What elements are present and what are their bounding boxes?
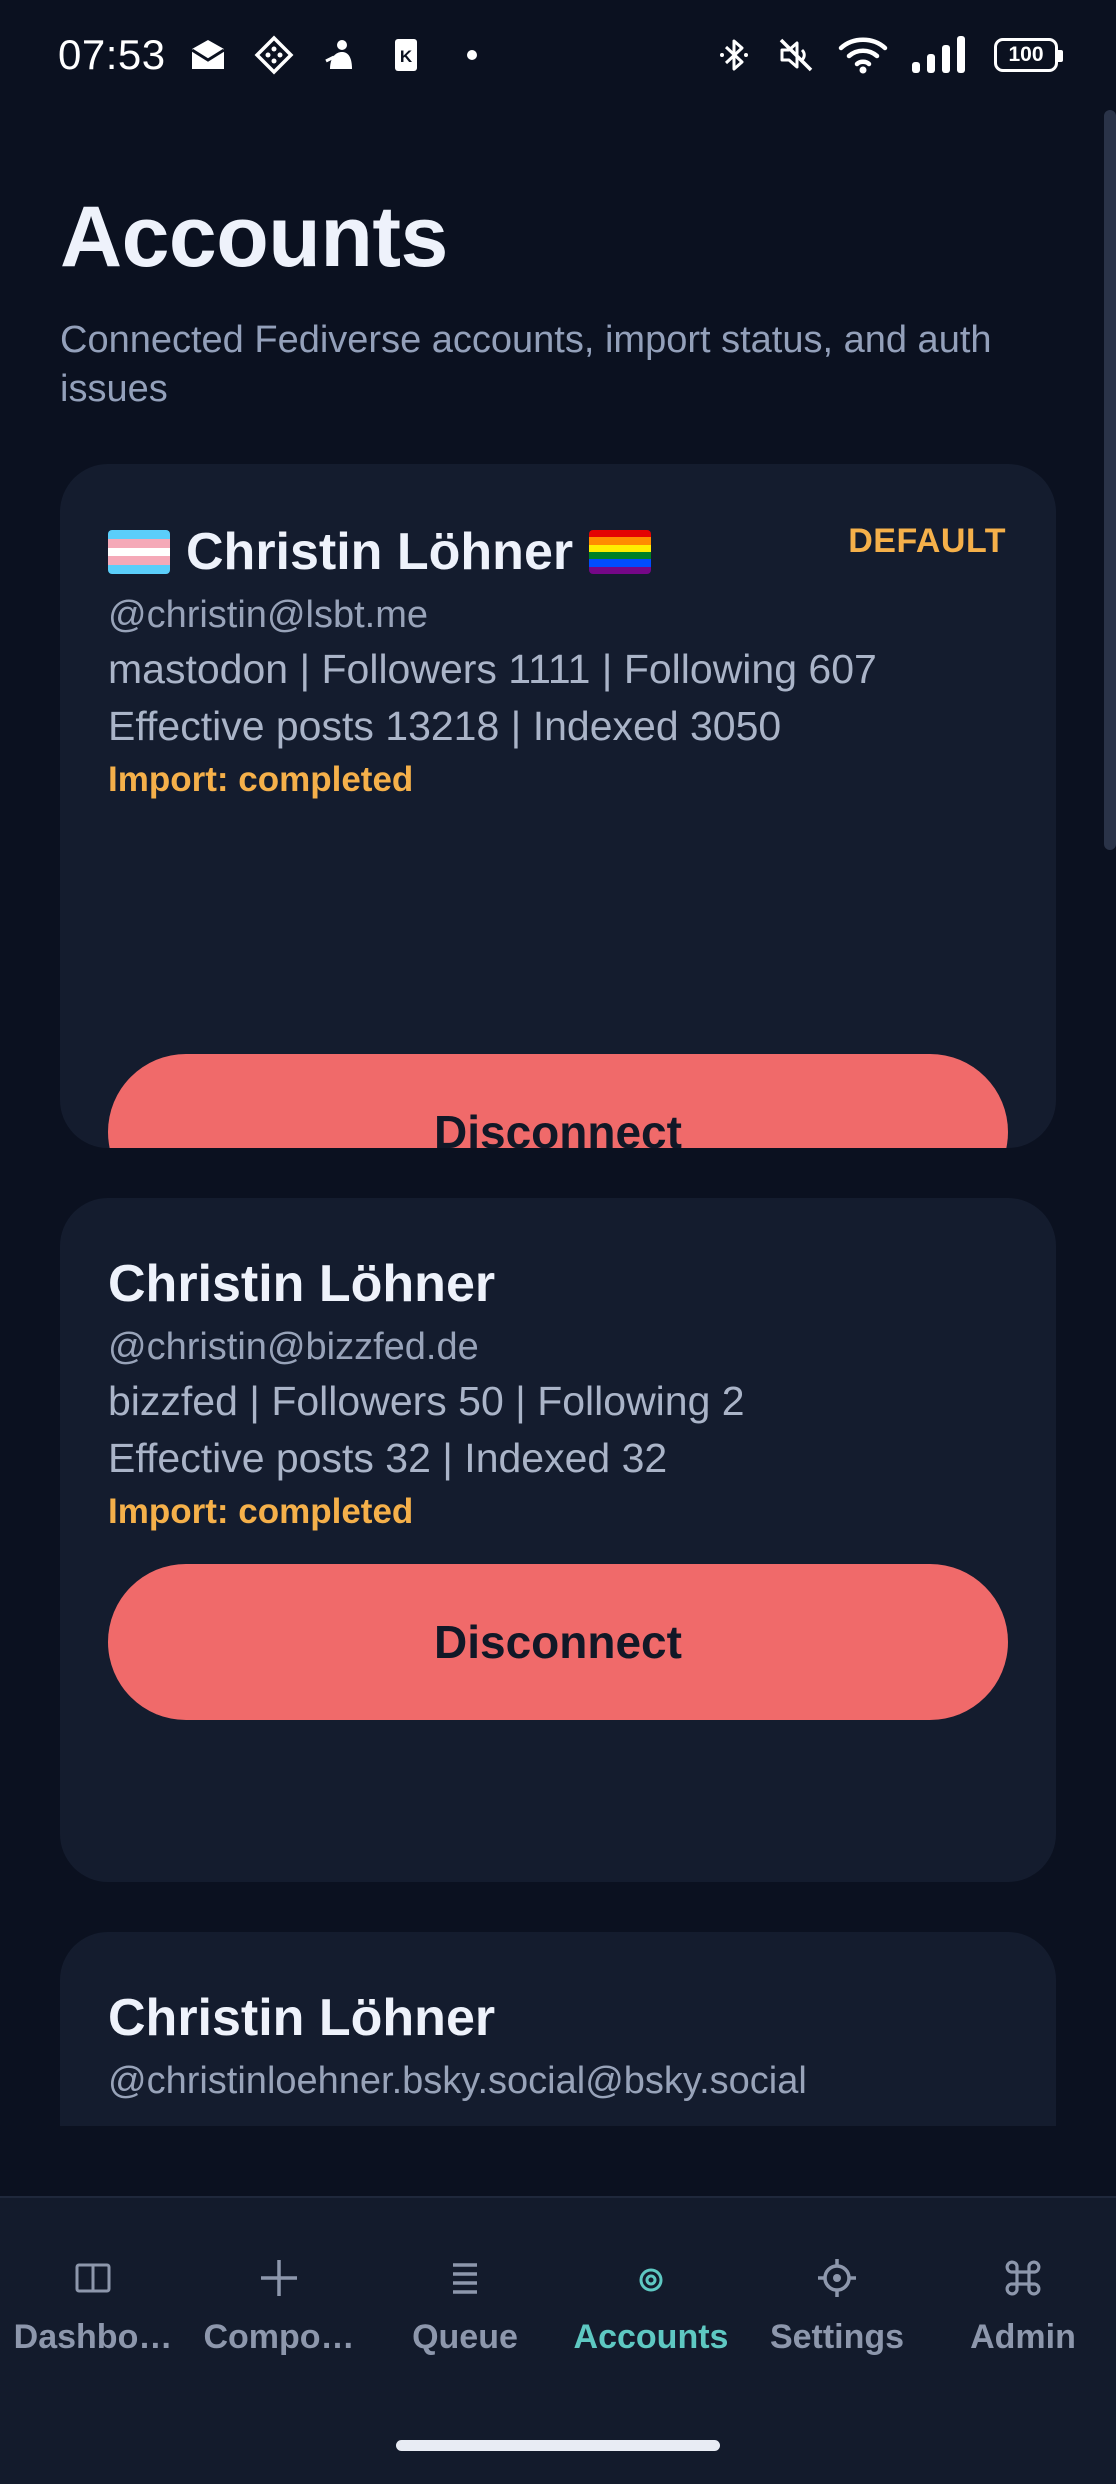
system-icons: 100: [714, 35, 1063, 75]
disconnect-button[interactable]: Disconnect: [108, 1564, 1008, 1720]
wifi-icon: [838, 35, 888, 75]
account-handle: @christin@lsbt.me: [108, 594, 428, 636]
battery-icon: 100: [994, 38, 1063, 72]
dot-icon: [452, 35, 492, 75]
mail-icon: [188, 35, 228, 75]
default-badge: DEFAULT: [848, 522, 1006, 560]
account-card: Christin Löhner DEFAULT @christin@lsbt.m…: [60, 464, 1056, 1148]
trans-flag-icon: [108, 530, 170, 574]
import-status: Import: completed: [108, 760, 414, 799]
command-icon: [997, 2252, 1049, 2304]
svg-text:K: K: [399, 47, 412, 66]
mute-icon: [776, 35, 816, 75]
account-handle: @christin@bizzfed.de: [108, 1326, 479, 1368]
dashboard-icon: [67, 2252, 119, 2304]
nav-queue[interactable]: Queue: [372, 2198, 558, 2398]
accounts-screen: 07:53 K 100 Accounts Connected Fediverse…: [0, 0, 1116, 2484]
status-time: 07:53: [58, 31, 166, 78]
disconnect-button[interactable]: Disconnect: [108, 1054, 1008, 1148]
gear-icon: [811, 2252, 863, 2304]
account-name: Christin Löhner: [186, 523, 574, 581]
plus-icon: [253, 2252, 305, 2304]
nav-label: Admin: [970, 2318, 1076, 2356]
nav-label: Settings: [769, 2318, 905, 2356]
account-posts: Effective posts 32 | Indexed 32: [108, 1435, 668, 1481]
bluetooth-icon: [714, 35, 754, 75]
page-title: Accounts: [60, 189, 448, 285]
diamond-grid-icon: [254, 35, 294, 75]
nav-accounts[interactable]: Accounts: [558, 2198, 744, 2398]
page-subtitle: Connected Fediverse accounts, import sta…: [60, 319, 992, 410]
nav-label: Dashbo…: [13, 2318, 173, 2356]
home-indicator[interactable]: [396, 2440, 720, 2451]
account-handle: @christinloehner.bsky.social@bsky.social: [108, 2060, 807, 2102]
account-name: Christin Löhner: [108, 1255, 496, 1313]
nav-settings[interactable]: Settings: [744, 2198, 930, 2398]
status-bar: 07:53 K 100: [0, 0, 1116, 110]
signal-icon: [910, 35, 972, 75]
account-card: Christin Löhner @christinloehner.bsky.so…: [60, 1932, 1056, 2126]
k-app-icon: K: [386, 35, 426, 75]
rainbow-flag-icon: [589, 530, 652, 574]
account-stats: bizzfed | Followers 50 | Following 2: [108, 1378, 745, 1424]
nav-label: Compo…: [203, 2318, 355, 2356]
nav-label: Queue: [412, 2318, 518, 2356]
import-status: Import: completed: [108, 1492, 414, 1531]
accounts-icon: [625, 2252, 677, 2304]
account-posts: Effective posts 13218 | Indexed 3050: [108, 703, 782, 749]
nav-compose[interactable]: Compo…: [186, 2198, 372, 2398]
nav-dashboard[interactable]: Dashbo…: [0, 2198, 186, 2398]
notification-icons: K: [188, 35, 492, 75]
list-icon: [439, 2252, 491, 2304]
account-card: Christin Löhner @christin@bizzfed.de biz…: [60, 1198, 1056, 1882]
account-stats: mastodon | Followers 1111 | Following 60…: [108, 646, 877, 692]
person-icon: [320, 35, 360, 75]
nav-label: Accounts: [573, 2318, 729, 2356]
nav-admin[interactable]: Admin: [930, 2198, 1116, 2398]
accounts-content[interactable]: Accounts Connected Fediverse accounts, i…: [0, 110, 1116, 2126]
account-name-row: Christin Löhner: [108, 522, 652, 582]
account-name: Christin Löhner: [108, 1989, 496, 2047]
